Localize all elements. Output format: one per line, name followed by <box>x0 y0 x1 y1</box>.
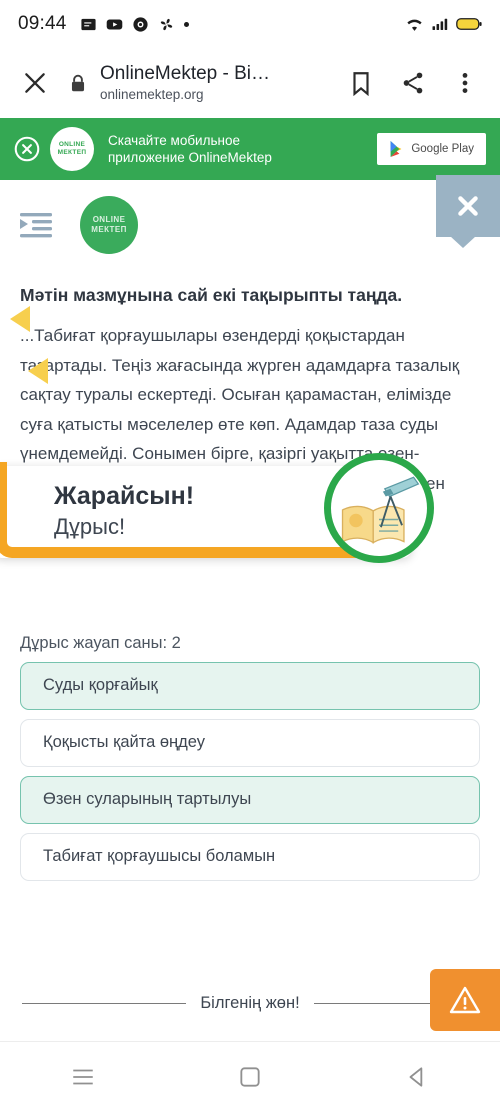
status-bar: 09:44 <box>0 0 500 48</box>
banner-logo-line1: ONLINE <box>58 141 86 148</box>
answer-option-label: Суды қорғайық <box>43 676 158 694</box>
browser-toolbar: OnlineMektep - Bi… onlinemektep.org <box>0 48 500 118</box>
signal-icon <box>432 18 448 30</box>
battery-icon <box>456 18 482 30</box>
pinwheel-icon <box>160 18 172 30</box>
close-icon <box>458 196 478 216</box>
cursor-arrow-icon <box>28 358 48 384</box>
success-badge <box>324 453 434 563</box>
wifi-icon <box>407 19 422 31</box>
banner-text: Скачайте мобильное приложение OnlineMekt… <box>108 132 369 166</box>
page-title: OnlineMektep - Bi… <box>100 63 271 84</box>
close-icon[interactable] <box>22 70 48 96</box>
answer-option[interactable]: Өзен суларының тартылуы <box>20 775 480 824</box>
banner-close-icon[interactable] <box>14 136 40 162</box>
divider-line <box>22 1003 187 1004</box>
footer-section: Білгенің жөн! <box>0 969 500 1031</box>
success-popup: Жарайсын! Дұрыс! <box>0 453 434 563</box>
answer-option-label: Қоқысты қайта өңдеу <box>43 733 206 751</box>
google-play-icon <box>390 141 402 157</box>
banner-logo-line2: МЕКТЕП <box>57 149 87 156</box>
popup-text: Жарайсын! Дұрыс! <box>54 480 194 542</box>
answer-option[interactable]: Суды қорғайық <box>20 661 480 710</box>
lesson-content: Мәтін мазмұнына сай екі тақырыпты таңда.… <box>0 270 500 563</box>
banner-logo: ONLINE МЕКТЕП <box>50 127 94 171</box>
banner-text-line1: Скачайте мобильное <box>108 133 240 148</box>
question-title: Мәтін мазмұнына сай екі тақырыпты таңда. <box>20 285 403 305</box>
status-time: 09:44 <box>18 13 67 34</box>
overflow-menu-icon[interactable] <box>452 70 478 96</box>
recents-icon[interactable] <box>70 1064 96 1090</box>
divider-label: Білгенің жөн! <box>200 994 300 1012</box>
warning-triangle-icon <box>449 986 481 1014</box>
home-icon[interactable] <box>237 1064 263 1090</box>
page-url: onlinemektep.org <box>100 87 204 102</box>
youtube-icon <box>106 19 122 29</box>
app-download-banner: ONLINE МЕКТЕП Скачайте мобильное приложе… <box>0 118 500 180</box>
address-display[interactable]: OnlineMektep - Bi… onlinemektep.org <box>100 63 322 103</box>
chrome-icon <box>132 16 148 32</box>
notification-icons <box>80 16 189 33</box>
cursor-arrow-icon <box>10 306 30 332</box>
more-dot-icon <box>183 21 189 27</box>
android-navigation-bar <box>0 1041 500 1111</box>
site-logo-line2: МЕКТЕП <box>91 225 127 234</box>
book-telescope-icon <box>341 476 420 544</box>
report-problem-button[interactable] <box>430 969 500 1031</box>
popup-subtitle: Дұрыс! <box>54 514 126 539</box>
site-logo-line1: ONLINE <box>92 215 126 224</box>
site-logo[interactable]: ONLINE МЕКТЕП <box>80 196 138 254</box>
indent-menu-icon[interactable] <box>20 212 52 238</box>
answers-section: Дұрыс жауап саны: 2 Суды қорғайық Қоқыст… <box>0 630 500 881</box>
tooltip-close-button[interactable] <box>436 175 500 248</box>
phone-screen: 09:44 OnlineMektep - Bi… onlinemektep.or… <box>0 0 500 1111</box>
answer-option-label: Өзен суларының тартылуы <box>43 790 252 808</box>
answer-option[interactable]: Табиғат қорғаушысы боламын <box>20 832 480 881</box>
google-play-label: Google Play <box>411 143 474 155</box>
site-navigation: ONLINE МЕКТЕП <box>0 175 500 270</box>
messages-icon <box>80 18 96 30</box>
back-icon[interactable] <box>404 1064 430 1090</box>
answer-option-label: Табиғат қорғаушысы боламын <box>43 847 276 865</box>
google-play-button[interactable]: Google Play <box>377 133 486 165</box>
bookmark-icon[interactable] <box>348 70 374 96</box>
lock-icon <box>71 74 85 91</box>
section-divider: Білгенің жөн! <box>0 976 500 1031</box>
correct-count-label: Дұрыс жауап саны: 2 <box>20 633 181 652</box>
popup-title: Жарайсын! <box>54 482 195 510</box>
status-right-icons <box>405 16 482 33</box>
banner-text-line2: приложение OnlineMektep <box>108 150 272 165</box>
answer-option[interactable]: Қоқысты қайта өңдеу <box>20 718 480 767</box>
share-icon[interactable] <box>400 70 426 96</box>
